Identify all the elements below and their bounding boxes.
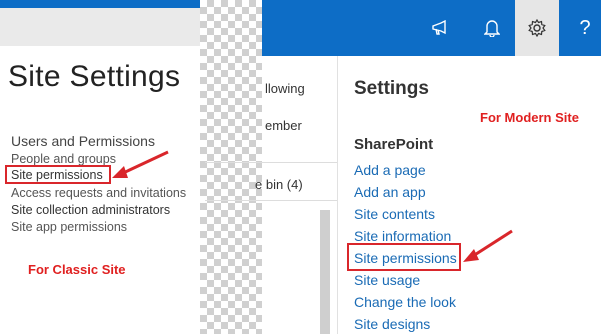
modern-arrow-icon bbox=[463, 229, 513, 262]
